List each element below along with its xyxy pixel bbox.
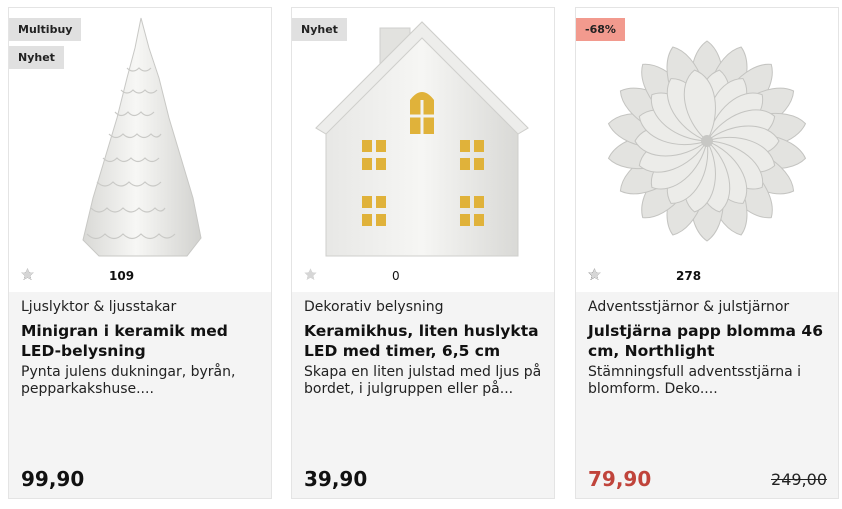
rating-stars bbox=[304, 267, 384, 286]
product-price: 39,90 bbox=[304, 467, 368, 491]
rating: 109 bbox=[21, 268, 134, 284]
star-empty-icon bbox=[304, 268, 349, 282]
star-empty-icon bbox=[21, 268, 98, 282]
product-card-keramikhus[interactable]: Nyhet 0 Dekorativ belysning Keramikhus, … bbox=[291, 7, 555, 499]
paper-star-image bbox=[607, 40, 807, 242]
product-description: Pynta julens dukningar, byrån, pepparkak… bbox=[21, 364, 236, 397]
product-original-price: 249,00 bbox=[771, 470, 827, 489]
rating: 278 bbox=[588, 268, 701, 284]
badge-new: Nyhet bbox=[9, 46, 64, 69]
product-description: Skapa en liten julstad med ljus på borde… bbox=[304, 364, 542, 397]
star-filled-icon bbox=[21, 268, 50, 282]
star-empty-icon bbox=[304, 268, 333, 282]
product-description: Stämningsfull adventsstjärna i blomform.… bbox=[588, 364, 802, 397]
product-card-julstjarna[interactable]: -68% 278 Adventsstjärnor & julstjärnor J… bbox=[575, 7, 839, 499]
product-image[interactable]: Multibuy Nyhet 109 bbox=[9, 8, 271, 292]
star-empty-icon bbox=[304, 268, 381, 282]
star-empty-icon bbox=[588, 268, 665, 282]
product-title[interactable]: Julstjärna papp blomma 46 cm, Northlight bbox=[588, 321, 828, 361]
product-category: Dekorativ belysning bbox=[304, 299, 444, 315]
rating-stars bbox=[588, 267, 668, 286]
product-title[interactable]: Minigran i keramik med LED-belysning bbox=[21, 321, 261, 361]
star-filled-icon bbox=[21, 268, 66, 282]
badge-multibuy: Multibuy bbox=[9, 18, 82, 41]
ceramic-house-image bbox=[315, 21, 529, 257]
badge-new: Nyhet bbox=[292, 18, 347, 41]
product-image[interactable]: -68% 278 bbox=[576, 8, 838, 292]
rating-count: 278 bbox=[676, 269, 702, 283]
badge-discount: -68% bbox=[576, 18, 625, 41]
product-card-minigran[interactable]: Multibuy Nyhet 109 Ljuslyktor & ljusstak… bbox=[8, 7, 272, 499]
rating-count: 109 bbox=[109, 269, 135, 283]
product-title[interactable]: Keramikhus, liten huslykta LED med timer… bbox=[304, 321, 544, 361]
rating: 0 bbox=[304, 268, 400, 284]
rating-stars bbox=[21, 267, 101, 286]
product-grid: Multibuy Nyhet 109 Ljuslyktor & ljusstak… bbox=[0, 0, 842, 509]
product-price: 99,90 bbox=[21, 467, 85, 491]
star-empty-icon bbox=[304, 268, 365, 282]
rating-count: 0 bbox=[392, 269, 400, 283]
product-category: Ljuslyktor & ljusstakar bbox=[21, 299, 177, 315]
product-category: Adventsstjärnor & julstjärnor bbox=[588, 299, 790, 315]
product-image[interactable]: Nyhet 0 bbox=[292, 8, 554, 292]
star-filled-icon bbox=[588, 268, 617, 282]
star-filled-icon bbox=[588, 268, 633, 282]
product-sale-price: 79,90 bbox=[588, 467, 652, 491]
star-half-icon bbox=[588, 268, 649, 282]
star-empty-icon bbox=[21, 268, 82, 282]
